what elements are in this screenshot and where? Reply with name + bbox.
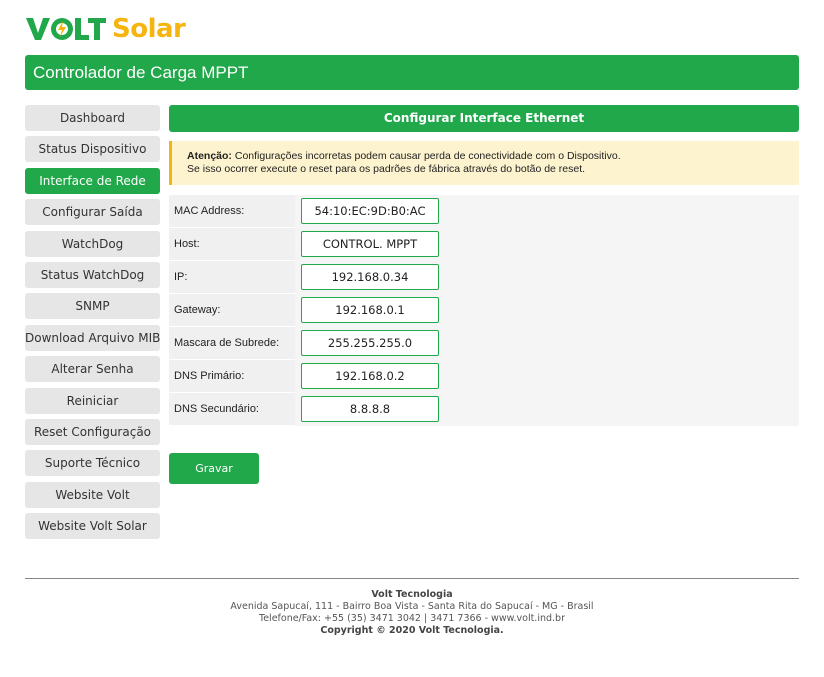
volt-solar-logo: Solar — [26, 14, 186, 44]
field-input[interactable] — [301, 396, 439, 422]
form-row: DNS Secundário: — [169, 393, 799, 426]
footer-copyright: Copyright © 2020 Volt Tecnologia. — [320, 625, 504, 636]
field-label: DNS Primário: — [174, 370, 245, 382]
field-label: MAC Address: — [174, 205, 245, 217]
sidebar-nav: Dashboard Status Dispositivo Interface de … — [25, 105, 160, 544]
form-row: Gateway: — [169, 294, 799, 327]
field-label: DNS Secundário: — [174, 403, 259, 415]
sidebar-item-snmp[interactable]: SNMP — [25, 293, 160, 320]
page-header: Controlador de Carga MPPT — [25, 55, 799, 90]
page-title: Controlador de Carga MPPT — [33, 63, 249, 82]
field-input[interactable] — [301, 297, 439, 323]
sidebar-item-alterar-senha[interactable]: Alterar Senha — [25, 356, 160, 383]
sidebar-item-website-volt-solar[interactable]: Website Volt Solar — [25, 513, 160, 540]
form-row: IP: — [169, 261, 799, 294]
field-input[interactable] — [301, 264, 439, 290]
sidebar-item-reiniciar[interactable]: Reiniciar — [25, 387, 160, 414]
ethernet-form: MAC Address: Host: IP: Gateway: Mascara de S… — [169, 195, 799, 426]
field-label: Host: — [174, 238, 200, 250]
field-input[interactable] — [301, 198, 439, 224]
footer-contact: Telefone/Fax: +55 (35) 3471 3042 | 3471 … — [259, 613, 565, 624]
form-row: DNS Primário: — [169, 360, 799, 393]
warning-alert: Atenção: Configurações incorretas podem … — [169, 141, 799, 185]
sidebar-item-status-watchdog[interactable]: Status WatchDog — [25, 261, 160, 288]
form-row: MAC Address: — [169, 195, 799, 228]
warning-text-1: Configurações incorretas podem causar pe… — [231, 150, 621, 162]
field-label: Gateway: — [174, 304, 221, 316]
sidebar-item-watchdog[interactable]: WatchDog — [25, 230, 160, 257]
warning-text-2: Se isso ocorrer execute o reset para os … — [187, 163, 586, 175]
warning-bold: Atenção: — [187, 150, 232, 162]
save-button[interactable]: Gravar — [169, 453, 259, 484]
field-input[interactable] — [301, 330, 439, 356]
form-row: Mascara de Subrede: — [169, 327, 799, 360]
sidebar-item-configurar-saida[interactable]: Configurar Saída — [25, 199, 160, 226]
footer: Volt Tecnologia Avenida Sapucaí, 111 - B… — [0, 589, 824, 637]
sidebar-item-download-arquivo-mib[interactable]: Download Arquivo MIB — [25, 324, 160, 351]
field-input[interactable] — [301, 363, 439, 389]
sidebar-item-status-dispositivo[interactable]: Status Dispositivo — [25, 136, 160, 163]
sidebar-item-website-volt[interactable]: Website Volt — [25, 481, 160, 508]
sidebar-item-suporte-tecnico[interactable]: Suporte Técnico — [25, 450, 160, 477]
form-row: Host: — [169, 228, 799, 261]
field-label: Mascara de Subrede: — [174, 337, 280, 349]
footer-company: Volt Tecnologia — [371, 589, 453, 600]
volt-logo-mark — [26, 18, 106, 40]
field-label: IP: — [174, 271, 188, 283]
footer-divider — [25, 578, 799, 579]
footer-address: Avenida Sapucaí, 111 - Bairro Boa Vista … — [230, 601, 594, 612]
panel-title: Configurar Interface Ethernet — [169, 105, 799, 132]
sidebar-item-interface-de-rede[interactable]: Interface de Rede — [25, 167, 160, 194]
logo-solar-text: Solar — [112, 14, 186, 44]
field-input[interactable] — [301, 231, 439, 257]
sidebar-item-dashboard[interactable]: Dashboard — [25, 105, 160, 131]
sidebar-item-reset-configuracao[interactable]: Reset Configuração — [25, 418, 160, 445]
warning-line-1: Atenção: Configurações incorretas podem … — [187, 150, 799, 163]
